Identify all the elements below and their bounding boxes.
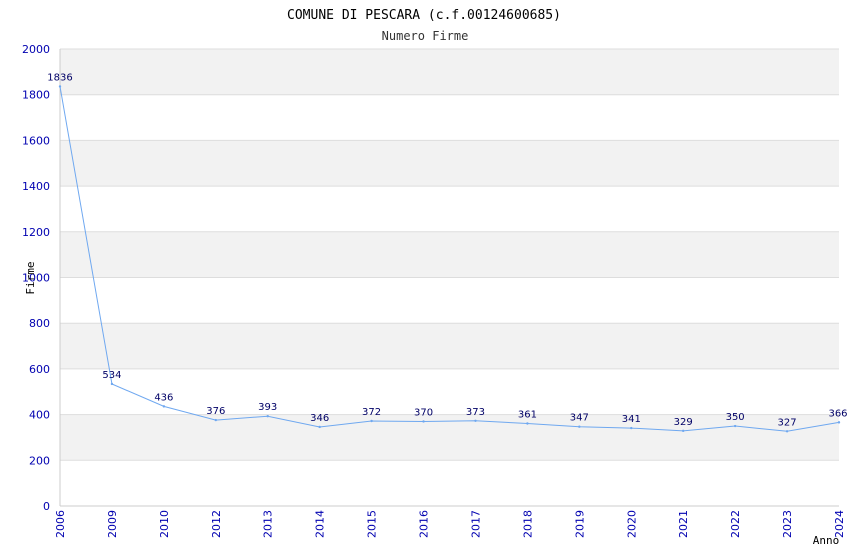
x-tick-label: 2021: [677, 510, 690, 538]
x-tick-label: 2013: [262, 510, 275, 538]
data-point: [474, 419, 477, 422]
data-label: 376: [206, 406, 225, 417]
grid-bands: [60, 49, 839, 461]
data-label: 329: [674, 417, 693, 428]
data-label: 327: [778, 417, 797, 428]
line-chart: COMUNE DI PESCARA (c.f.00124600685) Nume…: [22, 8, 848, 547]
data-label: 366: [828, 408, 847, 419]
data-point: [837, 421, 841, 424]
x-tick-label: 2017: [469, 510, 482, 538]
data-point: [526, 422, 529, 425]
grid-band: [60, 323, 839, 369]
data-point: [318, 425, 321, 429]
y-tick-label: 2000: [22, 43, 50, 56]
data-label: 534: [102, 370, 121, 381]
data-point: [682, 429, 685, 433]
y-tick-label: 0: [43, 500, 50, 513]
data-label: 350: [726, 412, 745, 423]
data-label: 372: [362, 407, 381, 418]
y-tick-label: 600: [29, 363, 50, 376]
x-tick-labels: 2006 2009 2010 2012 2013 2014 2015 2016 2017 2018…: [54, 510, 846, 538]
x-tick-label: 2023: [781, 510, 794, 538]
x-tick-label: 2009: [106, 510, 119, 538]
y-tick-label: 1600: [22, 134, 50, 147]
y-tick-label: 1800: [22, 89, 50, 102]
x-tick-label: 2006: [54, 510, 67, 538]
x-tick-label: 2018: [521, 510, 534, 538]
data-point: [110, 382, 114, 386]
y-tick-label: 200: [29, 454, 50, 467]
data-label: 346: [310, 413, 329, 424]
data-label: 347: [570, 413, 589, 424]
y-tick-label: 1400: [22, 180, 50, 193]
x-axis-label: Anno: [813, 534, 840, 547]
data-point: [630, 426, 633, 430]
data-label: 370: [414, 407, 433, 418]
data-point: [785, 430, 789, 433]
data-point: [422, 420, 425, 423]
data-label: 373: [466, 407, 485, 418]
data-point: [162, 405, 166, 408]
data-point: [214, 418, 217, 422]
data-label: 1836: [47, 72, 72, 83]
data-label: 341: [622, 414, 641, 425]
data-point: [266, 414, 269, 418]
y-tick-label: 400: [29, 409, 50, 422]
data-point: [58, 85, 62, 88]
chart-title: COMUNE DI PESCARA (c.f.00124600685): [287, 8, 561, 23]
data-label: 361: [518, 410, 537, 421]
y-tick-label: 800: [29, 317, 50, 330]
data-label: 393: [258, 402, 277, 413]
data-point: [733, 424, 737, 428]
chart-subtitle: Numero Firme: [382, 29, 469, 43]
x-tick-label: 2019: [573, 510, 586, 538]
x-tick-label: 2020: [625, 510, 638, 538]
x-tick-label: 2022: [729, 510, 742, 538]
data-label: 436: [154, 392, 173, 403]
x-tick-label: 2014: [314, 510, 327, 538]
data-point: [578, 425, 581, 428]
y-tick-label: 1200: [22, 226, 50, 239]
x-tick-label: 2012: [210, 510, 223, 538]
grid-band: [60, 140, 839, 187]
x-tick-label: 2010: [158, 510, 171, 538]
x-tick-label: 2016: [418, 510, 431, 538]
x-tick-label: 2015: [366, 510, 379, 538]
data-point: [370, 419, 373, 423]
grid-band: [60, 231, 839, 278]
y-axis-label: Firme: [24, 261, 37, 294]
grid-band: [60, 49, 839, 95]
